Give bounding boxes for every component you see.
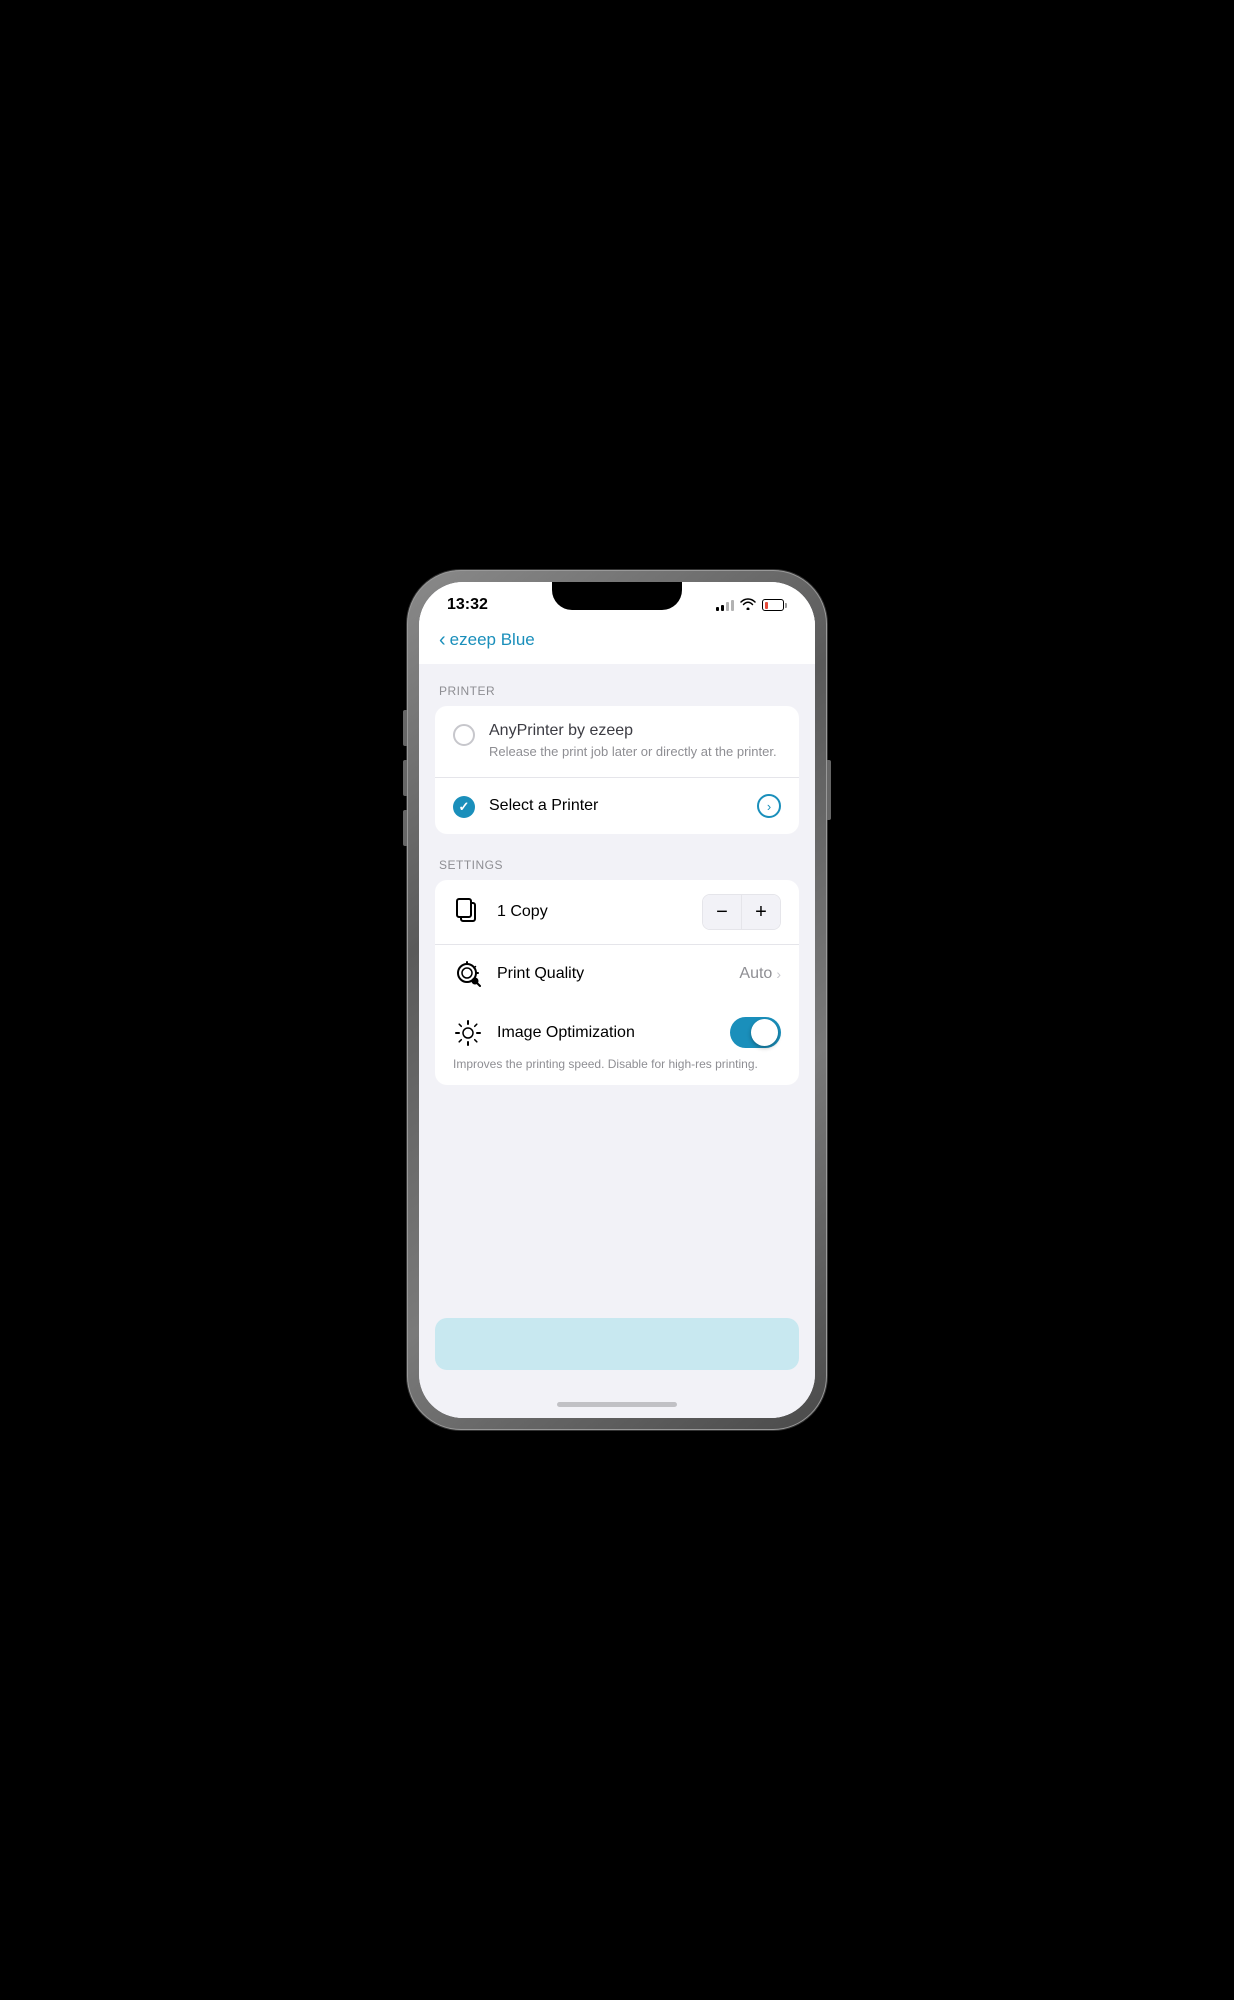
optimization-label: Image Optimization [497,1024,716,1042]
quality-chevron-icon: › [776,966,781,982]
home-bar [557,1402,677,1407]
status-icons [716,598,787,613]
status-bar: 13:32 [419,582,815,622]
optimization-toggle[interactable] [730,1017,781,1048]
anyprinter-desc: Release the print job later or directly … [489,743,781,761]
nav-header: ‹ ezeep Blue [419,622,815,664]
phone-frame: 13:32 [407,570,827,1430]
optimization-container: Image Optimization Improves the printing… [435,1003,799,1085]
quality-label: Print Quality [497,965,725,983]
anyprinter-name: AnyPrinter by ezeep [489,722,781,740]
wifi-icon [740,598,756,613]
quality-value: Auto [739,965,772,983]
copy-icon [453,897,483,927]
copy-label: 1 Copy [497,903,688,921]
status-time: 13:32 [447,596,488,614]
copy-minus-button[interactable]: − [703,895,741,929]
scroll-area[interactable]: PRINTER AnyPrinter by ezeep Release the … [419,664,815,1318]
notch [552,582,682,610]
quality-row[interactable]: Print Quality Auto › [435,944,799,1003]
optimization-icon [453,1018,483,1048]
anyprinter-radio[interactable] [453,724,475,746]
print-quality-icon [453,959,483,989]
back-button[interactable]: ‹ ezeep Blue [439,630,535,650]
select-printer-label: Select a Printer [489,797,598,815]
battery-icon [762,599,787,611]
copy-row: 1 Copy − + [435,880,799,944]
toggle-thumb [751,1019,778,1046]
home-indicator [419,1390,815,1418]
printer-card: AnyPrinter by ezeep Release the print jo… [435,706,799,834]
back-label: ezeep Blue [450,630,535,650]
settings-card: 1 Copy − + [435,880,799,1085]
signal-icon [716,600,734,611]
select-printer-row: Select a Printer › [489,794,781,818]
bottom-action-button[interactable] [435,1318,799,1370]
quality-value-wrap: Auto › [739,965,781,983]
select-printer-radio[interactable] [453,796,475,818]
select-printer-option[interactable]: Select a Printer › [435,777,799,834]
copy-stepper[interactable]: − + [702,894,781,930]
optimization-row: Image Optimization [453,1017,781,1048]
copy-plus-button[interactable]: + [742,895,780,929]
phone-screen: 13:32 [419,582,815,1418]
printer-section-label: PRINTER [435,684,799,698]
back-chevron-icon: ‹ [439,630,446,650]
anyprinter-info: AnyPrinter by ezeep Release the print jo… [489,722,781,761]
settings-section-label: SETTINGS [435,858,799,872]
anyprinter-option[interactable]: AnyPrinter by ezeep Release the print jo… [435,706,799,777]
optimization-desc: Improves the printing speed. Disable for… [453,1056,781,1073]
screen-content: 13:32 [419,582,815,1418]
select-printer-arrow-icon[interactable]: › [757,794,781,818]
